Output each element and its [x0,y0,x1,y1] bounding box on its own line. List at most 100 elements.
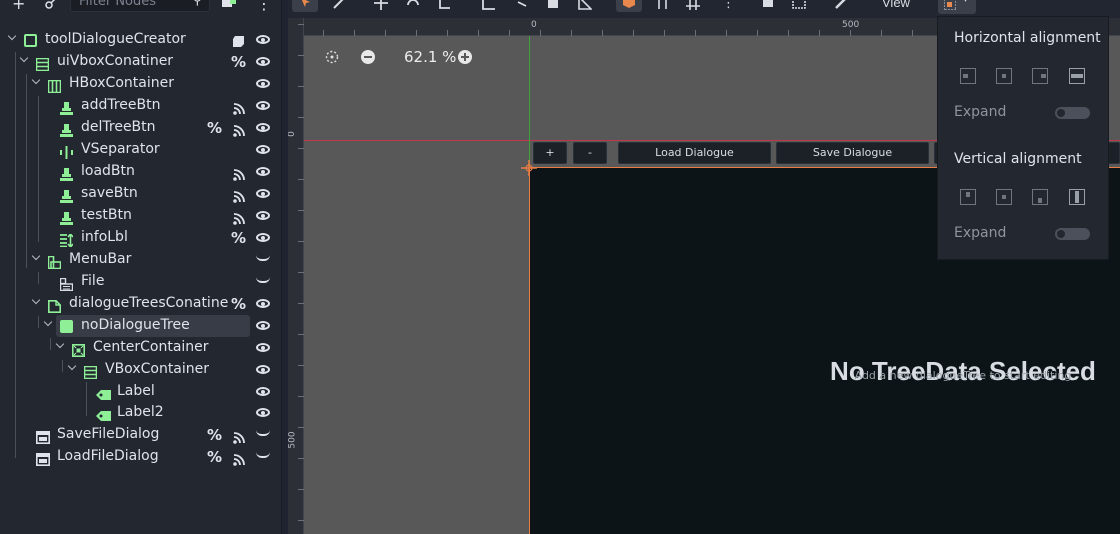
instance-scene-icon[interactable] [44,0,58,14]
tree-row-saveBtn[interactable]: saveBtn [0,183,282,205]
visibility-eye-icon[interactable] [256,57,270,66]
lock-icon[interactable] [762,0,774,12]
tree-row-addTreeBtn[interactable]: addTreeBtn [0,95,282,117]
layout-anchor-button[interactable]: ▾ [938,0,976,14]
pan-tool-icon[interactable] [546,0,560,12]
visibility-hidden-icon[interactable] [256,430,270,436]
grid-snap-icon[interactable] [656,0,670,12]
visibility-eye-icon[interactable] [256,299,270,308]
valign-end-icon[interactable] [1032,189,1048,205]
visibility-eye-icon[interactable] [256,387,270,396]
align-fill-icon[interactable] [1069,68,1085,84]
expand-vertical-toggle[interactable] [1055,228,1090,240]
visibility-eye-icon[interactable] [256,365,270,374]
signal-icon[interactable] [233,429,245,444]
unique-name-icon[interactable]: % [231,229,246,247]
list-select-icon[interactable] [482,0,496,12]
collapse-arrow-icon[interactable] [44,319,54,329]
visibility-eye-icon[interactable] [256,233,270,242]
valign-begin-icon[interactable] [960,189,976,205]
tree-row-dialogueTreesConatine[interactable]: dialogueTreesConatine % [0,293,282,315]
visibility-eye-icon[interactable] [256,123,270,132]
align-center-icon[interactable] [996,68,1012,84]
collapse-arrow-icon[interactable] [32,77,42,87]
smart-snap-button[interactable] [616,0,642,12]
visibility-hidden-icon[interactable] [256,277,270,283]
tree-row-uiVboxConatiner[interactable]: uiVboxConatiner % [0,51,282,73]
more-vertical-icon[interactable]: ⋮ [722,0,735,12]
collapse-arrow-icon[interactable] [56,341,66,351]
visibility-eye-icon[interactable] [256,189,270,198]
signal-icon[interactable] [233,451,245,466]
zoom-out-icon[interactable] [361,50,375,64]
unique-name-icon[interactable]: % [207,119,222,137]
collapse-arrow-icon[interactable] [68,363,78,373]
filter-nodes-input[interactable]: Filter Nodes ⚲ [70,0,210,12]
tree-row-loadBtn[interactable]: loadBtn [0,161,282,183]
unique-name-icon[interactable]: % [231,53,246,71]
unique-name-icon[interactable]: % [231,295,246,313]
pivot-crosshair-icon[interactable] [521,160,537,176]
unique-name-icon[interactable]: % [207,426,222,444]
valign-center-icon[interactable] [996,189,1012,205]
signal-icon[interactable] [233,188,245,203]
signal-icon[interactable] [233,122,245,137]
tree-row-Label[interactable]: Label [0,381,282,403]
visibility-eye-icon[interactable] [256,145,270,154]
visibility-eye-icon[interactable] [256,167,270,176]
ruler-tool-icon[interactable] [578,0,593,12]
visibility-eye-icon[interactable] [256,101,270,110]
tree-row-SaveFileDialog[interactable]: SaveFileDialog % [0,424,282,446]
visibility-hidden-icon[interactable] [256,255,270,261]
unique-name-icon[interactable]: % [207,448,222,466]
zoom-level[interactable]: 62.1 % [404,48,456,66]
align-begin-icon[interactable] [960,68,976,84]
tree-row-toolDialogueCreator[interactable]: toolDialogueCreator [0,29,282,51]
collapse-arrow-icon[interactable] [20,55,30,65]
align-end-icon[interactable] [1032,68,1048,84]
visibility-eye-icon[interactable] [256,211,270,220]
tree-row-MenuBar[interactable]: MenuBar [0,249,282,271]
visibility-eye-icon[interactable] [256,343,270,352]
collapse-arrow-icon[interactable] [32,297,42,307]
collapse-arrow-icon[interactable] [32,253,42,263]
signal-icon[interactable] [233,166,245,181]
more-vertical-icon[interactable]: ⋮ [256,0,272,14]
visibility-eye-icon[interactable] [256,321,270,330]
tree-row-noDialogueTree[interactable]: noDialogueTree [0,315,282,337]
signal-icon[interactable] [233,210,245,225]
tree-row-CenterContainer[interactable]: CenterContainer [0,337,282,359]
select-mode-button[interactable] [292,0,318,12]
visibility-eye-icon[interactable] [256,35,270,44]
view-menu[interactable]: View [882,0,910,11]
attach-script-icon[interactable] [222,0,236,14]
skeleton-icon[interactable] [834,0,848,12]
collapse-arrow-icon[interactable] [8,33,18,43]
valign-fill-icon[interactable] [1069,189,1085,205]
tree-row-File[interactable]: File [0,271,282,293]
script-icon[interactable] [232,33,245,47]
tree-row-infoLbl[interactable]: infoLbl % [0,227,282,249]
visibility-eye-icon[interactable] [256,408,270,417]
tree-row-delTreeBtn[interactable]: delTreeBtn % [0,117,282,139]
tree-row-testBtn[interactable]: testBtn [0,205,282,227]
signal-icon[interactable] [233,100,245,115]
visibility-eye-icon[interactable] [256,79,270,88]
tree-row-LoadFileDialog[interactable]: LoadFileDialog % [0,446,282,468]
move-tool-icon[interactable] [374,0,388,12]
pivot-tool-icon[interactable] [516,0,530,12]
snap-options-icon[interactable] [684,0,702,12]
group-icon[interactable] [792,0,806,12]
tree-row-VBoxContainer[interactable]: VBoxContainer [0,359,282,381]
add-tree-button[interactable]: + [533,142,567,164]
load-dialogue-button[interactable]: Load Dialogue [618,142,771,164]
rotate-tool-icon[interactable] [406,0,420,12]
center-view-icon[interactable] [324,49,340,69]
scale-tool-icon[interactable] [438,0,450,12]
move-mode-icon[interactable] [332,0,346,12]
visibility-hidden-icon[interactable] [256,452,270,458]
expand-horizontal-toggle[interactable] [1055,107,1090,119]
tree-row-VSeparator[interactable]: VSeparator [0,139,282,161]
add-node-icon[interactable]: + [12,0,25,14]
del-tree-button[interactable]: - [573,142,607,164]
